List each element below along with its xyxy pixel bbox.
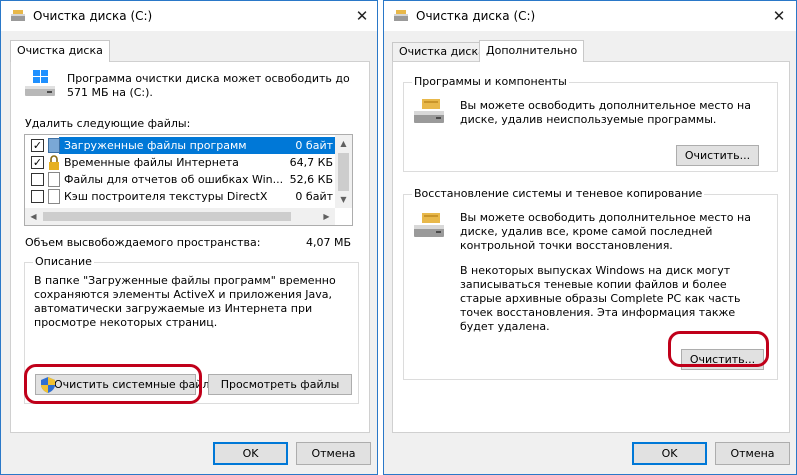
tab-panel: Программы и компоненты Вы можете освобод… — [392, 61, 790, 433]
tab-panel: Программа очистки диска может освободить… — [10, 61, 370, 433]
scroll-right-icon[interactable]: ▶ — [318, 208, 335, 225]
restore-group: Восстановление системы и теневое копиров… — [403, 187, 778, 380]
tab-advanced[interactable]: Дополнительно — [479, 40, 585, 62]
file-size: 0 байт — [295, 190, 333, 203]
list-item[interactable]: ✓ Загруженные файлы программ 0 байт — [25, 137, 337, 154]
title-bar: Очистка диска (C:) ✕ — [1, 1, 377, 31]
file-size: 64,7 КБ — [289, 156, 333, 169]
cleanup-programs-button[interactable]: Очистить... — [676, 145, 759, 166]
description-text: В папке "Загруженные файлы программ" вре… — [34, 274, 336, 329]
ok-button[interactable]: OK — [632, 442, 707, 465]
cleanup-restore-button[interactable]: Очистить... — [681, 349, 764, 370]
cleanup-system-files-label: Очистить системные файлы — [54, 378, 219, 391]
window-title: Очистка диска (C:) — [33, 9, 153, 23]
file-icon — [48, 172, 60, 187]
restore-drive-icon — [414, 213, 444, 237]
checkbox-checked[interactable]: ✓ — [31, 139, 44, 152]
window-title: Очистка диска (C:) — [416, 9, 536, 23]
close-button[interactable]: ✕ — [347, 5, 377, 27]
disk-cleanup-icon — [11, 10, 25, 21]
space-label: Объем высвобождаемого пространства: — [25, 236, 261, 249]
disk-cleanup-icon — [394, 10, 408, 21]
tab-disk-cleanup[interactable]: Очистка диска — [392, 42, 492, 62]
list-item[interactable]: ✓ Временные файлы Интернета 64,7 КБ — [25, 154, 337, 171]
scroll-thumb[interactable] — [338, 153, 349, 191]
files-label: Удалить следующие файлы: — [25, 117, 191, 130]
file-name: Кэш построителя текстуры DirectX — [64, 190, 268, 203]
file-size: 52,6 КБ — [289, 173, 333, 186]
intro-text: Программа очистки диска может освободить… — [67, 72, 350, 99]
windows-drive-icon — [25, 70, 55, 96]
programs-text: Вы можете освободить дополнительное мест… — [460, 99, 751, 126]
space-value: 4,07 МБ — [305, 236, 351, 249]
scroll-thumb[interactable] — [43, 212, 291, 221]
ok-button[interactable]: OK — [213, 442, 288, 465]
programs-drive-icon — [414, 99, 444, 123]
tab-disk-cleanup[interactable]: Очистка диска — [10, 40, 110, 62]
programs-group: Программы и компоненты Вы можете освобод… — [403, 75, 778, 172]
restore-text-1: Вы можете освободить дополнительное мест… — [460, 211, 751, 252]
list-item[interactable]: Файлы для отчетов об ошибках Win... 52,6… — [25, 171, 337, 188]
restore-title: Восстановление системы и теневое копиров… — [412, 187, 705, 200]
view-files-button[interactable]: Просмотреть файлы — [208, 374, 352, 395]
right-disk-cleanup-window: Очистка диска (C:) ✕ Очистка диска Допол… — [383, 0, 797, 475]
checkbox-checked[interactable]: ✓ — [31, 156, 44, 169]
cancel-button[interactable]: Отмена — [296, 442, 371, 465]
title-bar: Очистка диска (C:) ✕ — [384, 1, 796, 31]
scroll-up-icon[interactable]: ▲ — [335, 135, 352, 152]
uac-shield-icon — [41, 377, 55, 393]
file-name: Временные файлы Интернета — [64, 156, 239, 169]
description-group: Описание В папке "Загруженные файлы прог… — [24, 255, 359, 404]
scroll-down-icon[interactable]: ▼ — [335, 191, 352, 208]
list-item[interactable]: Кэш построителя текстуры DirectX 0 байт — [25, 188, 337, 205]
horizontal-scrollbar[interactable]: ◀ ▶ — [25, 208, 335, 225]
cancel-button[interactable]: Отмена — [715, 442, 790, 465]
scroll-left-icon[interactable]: ◀ — [25, 208, 42, 225]
file-name: Загруженные файлы программ — [64, 139, 247, 152]
lock-icon — [49, 155, 59, 170]
files-list[interactable]: ✓ Загруженные файлы программ 0 байт ✓ Вр… — [24, 134, 353, 226]
checkbox-unchecked[interactable] — [31, 190, 44, 203]
file-icon — [48, 138, 60, 153]
description-title: Описание — [33, 255, 94, 268]
cleanup-system-files-button[interactable]: Очистить системные файлы — [35, 374, 218, 395]
file-icon — [48, 189, 60, 204]
programs-title: Программы и компоненты — [412, 75, 569, 88]
left-disk-cleanup-window: Очистка диска (C:) ✕ Очистка диска Прогр… — [0, 0, 378, 475]
checkbox-unchecked[interactable] — [31, 173, 44, 186]
file-size: 0 байт — [295, 139, 333, 152]
restore-text-2: В некоторых выпусках Windows на диск мог… — [460, 264, 741, 333]
file-name: Файлы для отчетов об ошибках Win... — [64, 173, 284, 186]
vertical-scrollbar[interactable]: ▲ ▼ — [335, 135, 352, 208]
close-button[interactable]: ✕ — [764, 5, 794, 27]
